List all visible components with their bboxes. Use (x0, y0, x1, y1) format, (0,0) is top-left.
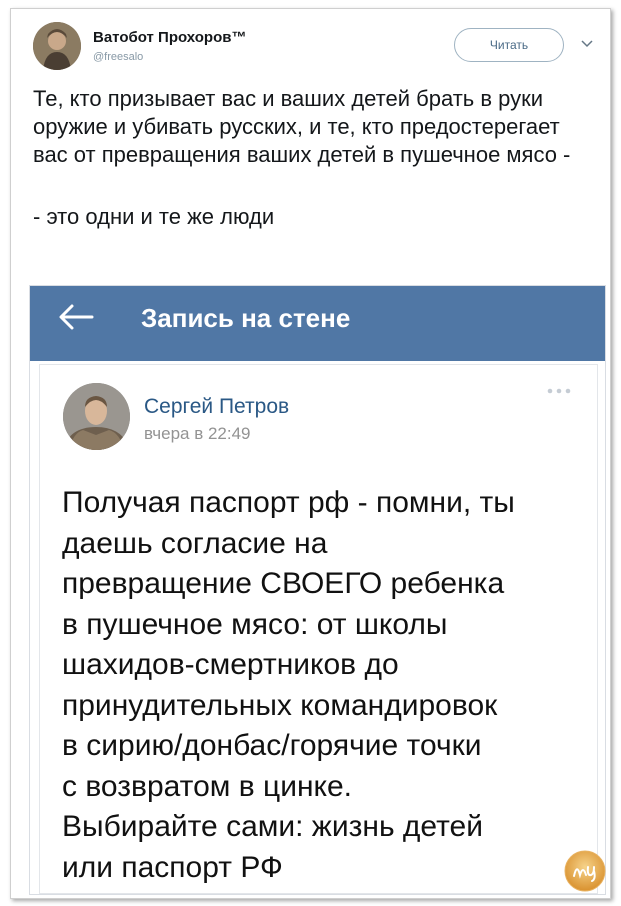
vk-screenshot: Запись на стене Сергей Петров вчера в 22… (29, 285, 606, 895)
author-avatar[interactable] (33, 22, 81, 70)
vk-post: Сергей Петров вчера в 22:49 Получая пасп… (39, 364, 598, 894)
post-author-name[interactable]: Сергей Петров (144, 395, 289, 419)
back-arrow-icon[interactable] (56, 302, 96, 332)
tweet-card: Ватобот Прохоров™ @freesalo Читать Те, к… (10, 8, 611, 899)
post-text: Получая паспорт рф - помни, ты даешь сог… (62, 486, 515, 884)
tweet-text: Те, кто призывает вас и ваших детей брат… (33, 85, 598, 231)
follow-button[interactable]: Читать (454, 28, 564, 62)
post-author-avatar[interactable] (63, 383, 130, 450)
watermark-logo (563, 849, 607, 893)
author-name[interactable]: Ватобот Прохоров™ (93, 29, 246, 46)
post-timestamp[interactable]: вчера в 22:49 (144, 424, 251, 444)
vk-header-bar: Запись на стене (30, 286, 605, 361)
more-options-icon[interactable] (545, 383, 573, 394)
vk-header-title: Запись на стене (141, 303, 351, 333)
chevron-down-icon[interactable] (578, 34, 596, 52)
tweet-text-main: Те, кто призывает вас и ваших детей брат… (33, 86, 571, 167)
tweet-text-end: - это одни и те же люди (33, 204, 275, 229)
author-handle[interactable]: @freesalo (93, 51, 143, 63)
